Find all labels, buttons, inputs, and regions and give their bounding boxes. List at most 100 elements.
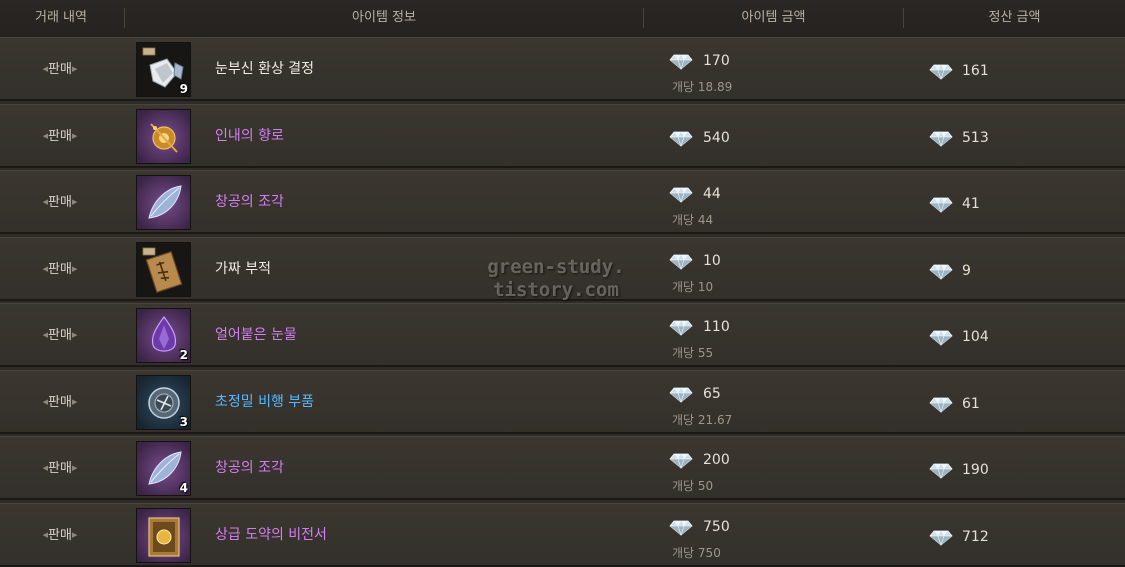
trade-type-label: 판매 [48, 328, 72, 343]
feather-fragment-icon[interactable] [136, 175, 191, 230]
item-price: 110 [703, 319, 730, 335]
unit-price: 개당 750 [672, 544, 721, 561]
item-name: 창공의 조각 [215, 460, 284, 476]
table-header: 거래 내역 아이템 정보 아이템 금액 정산 금액 [0, 0, 1125, 38]
trade-type-label: 판매 [48, 128, 72, 144]
item-name: 창공의 조각 [215, 194, 284, 210]
crystal-currency-icon [929, 64, 953, 80]
trade-type-selector[interactable]: ◀판매▶ [34, 504, 86, 567]
unit-price: 개당 44 [672, 211, 713, 228]
settle-amount: 513 [962, 129, 989, 146]
arrow-right-icon: ▶ [71, 198, 78, 206]
crystal-currency-icon [929, 131, 953, 147]
trade-type-selector[interactable]: ◀판매▶ [34, 105, 86, 168]
trade-type-selector[interactable]: ◀판매▶ [34, 38, 86, 101]
scroll-book-icon[interactable] [136, 507, 191, 563]
item-name: 인내의 향로 [215, 127, 284, 144]
unit-price: 개당 55 [672, 344, 713, 361]
crystal-currency-icon [929, 530, 953, 546]
item-price: 750 [703, 518, 730, 535]
feather-fragment-icon[interactable]: 4 [136, 441, 191, 496]
item-count: 2 [179, 348, 188, 362]
trade-type-label: 판매 [48, 261, 72, 277]
header-item-price: 아이템 금액 [741, 10, 806, 25]
settle-amount: 190 [962, 462, 989, 478]
unit-price-label: 개당 [672, 213, 695, 227]
crystal-currency-icon [669, 320, 693, 336]
arrow-right-icon: ▶ [71, 264, 78, 273]
settle-amount: 41 [962, 196, 980, 212]
crystal-currency-icon [929, 463, 953, 479]
unit-price-label: 개당 [672, 545, 695, 560]
flight-part-icon[interactable]: 3 [136, 374, 191, 430]
unit-price-value: 10 [697, 279, 714, 294]
settle-amount: 9 [962, 262, 971, 279]
arrow-right-icon: ▶ [71, 131, 78, 140]
unit-price-value: 750 [697, 545, 721, 560]
crystal-currency-icon [929, 264, 953, 280]
trade-row[interactable]: ◀판매▶ 4 창공의 조각 200 개당 50 190 [0, 436, 1125, 500]
arrow-right-icon: ▶ [71, 65, 78, 73]
talisman-icon[interactable] [136, 241, 191, 297]
unit-price-label: 개당 [672, 412, 695, 427]
unit-price-value: 55 [697, 346, 714, 360]
arrow-right-icon: ▶ [71, 464, 78, 472]
item-name: 초정밀 비행 부품 [215, 393, 315, 410]
unit-price-value: 50 [697, 479, 714, 493]
item-name: 눈부신 환상 결정 [215, 61, 315, 77]
trade-row[interactable]: ◀판매▶ 창공의 조각 44 개당 44 41 [0, 170, 1125, 234]
unit-price-label: 개당 [672, 80, 695, 94]
settle-amount: 61 [962, 395, 980, 412]
unit-price-label: 개당 [672, 346, 695, 360]
crystal-currency-icon [669, 453, 693, 469]
trade-type-label: 판매 [48, 62, 72, 77]
header-item-info: 아이템 정보 [352, 10, 416, 25]
trade-row[interactable]: ◀판매▶ 상급 도약의 비전서 750 개당 750 712 [0, 502, 1125, 567]
item-price: 10 [703, 252, 721, 269]
item-price: 65 [703, 385, 721, 402]
trade-row[interactable]: ◀판매▶ 9 눈부신 환상 결정 170 개당 18.89 161 [0, 37, 1125, 101]
item-name: 얼어붙은 눈물 [215, 327, 297, 343]
censer-icon[interactable] [136, 108, 191, 164]
crystal-shard-icon[interactable]: 9 [136, 42, 191, 97]
unit-price-value: 18.89 [697, 80, 733, 94]
unit-price-label: 개당 [672, 279, 695, 294]
crystal-currency-icon [669, 187, 693, 203]
trade-type-selector[interactable]: ◀판매▶ [34, 371, 86, 434]
settle-amount: 712 [962, 528, 989, 545]
item-price: 540 [703, 129, 730, 146]
trade-type-label: 판매 [48, 195, 72, 210]
item-count: 4 [179, 481, 188, 495]
trade-type-selector[interactable]: ◀판매▶ [34, 437, 86, 500]
trade-type-label: 판매 [48, 394, 72, 410]
trade-type-selector[interactable]: ◀판매▶ [34, 304, 86, 367]
crystal-currency-icon [929, 330, 953, 346]
item-count: 3 [179, 414, 188, 429]
arrow-right-icon: ▶ [71, 530, 78, 539]
trade-type-selector[interactable]: ◀판매▶ [34, 238, 86, 301]
trade-row[interactable]: ◀판매▶ 가짜 부적 10 개당 10 9 [0, 236, 1125, 301]
unit-price-label: 개당 [672, 479, 695, 493]
trade-type-selector[interactable]: ◀판매▶ [34, 171, 86, 234]
purple-tear-icon[interactable]: 2 [136, 308, 191, 363]
settle-amount: 161 [962, 63, 989, 79]
unit-price: 개당 50 [672, 477, 713, 494]
crystal-currency-icon [669, 254, 693, 270]
trade-type-label: 판매 [48, 461, 72, 476]
header-trade-history: 거래 내역 [35, 10, 87, 25]
crystal-currency-icon [929, 197, 953, 213]
trade-row[interactable]: ◀판매▶ 3 초정밀 비행 부품 65 개당 21.67 61 [0, 369, 1125, 434]
trade-type-label: 판매 [48, 527, 72, 543]
header-settle-amount: 정산 금액 [988, 10, 1041, 25]
crystal-currency-icon [669, 387, 693, 403]
arrow-right-icon: ▶ [71, 331, 78, 339]
trade-row[interactable]: ◀판매▶ 2 얼어붙은 눈물 110 개당 55 104 [0, 303, 1125, 367]
trade-row[interactable]: ◀판매▶ 인내의 향로 540 513 [0, 103, 1125, 168]
unit-price: 개당 10 [672, 278, 713, 295]
crystal-currency-icon [669, 520, 693, 536]
item-name: 상급 도약의 비전서 [215, 526, 327, 543]
item-name: 가짜 부적 [215, 260, 271, 277]
unit-price: 개당 21.67 [672, 411, 732, 428]
arrow-right-icon: ▶ [71, 397, 78, 406]
item-price: 44 [703, 186, 721, 202]
